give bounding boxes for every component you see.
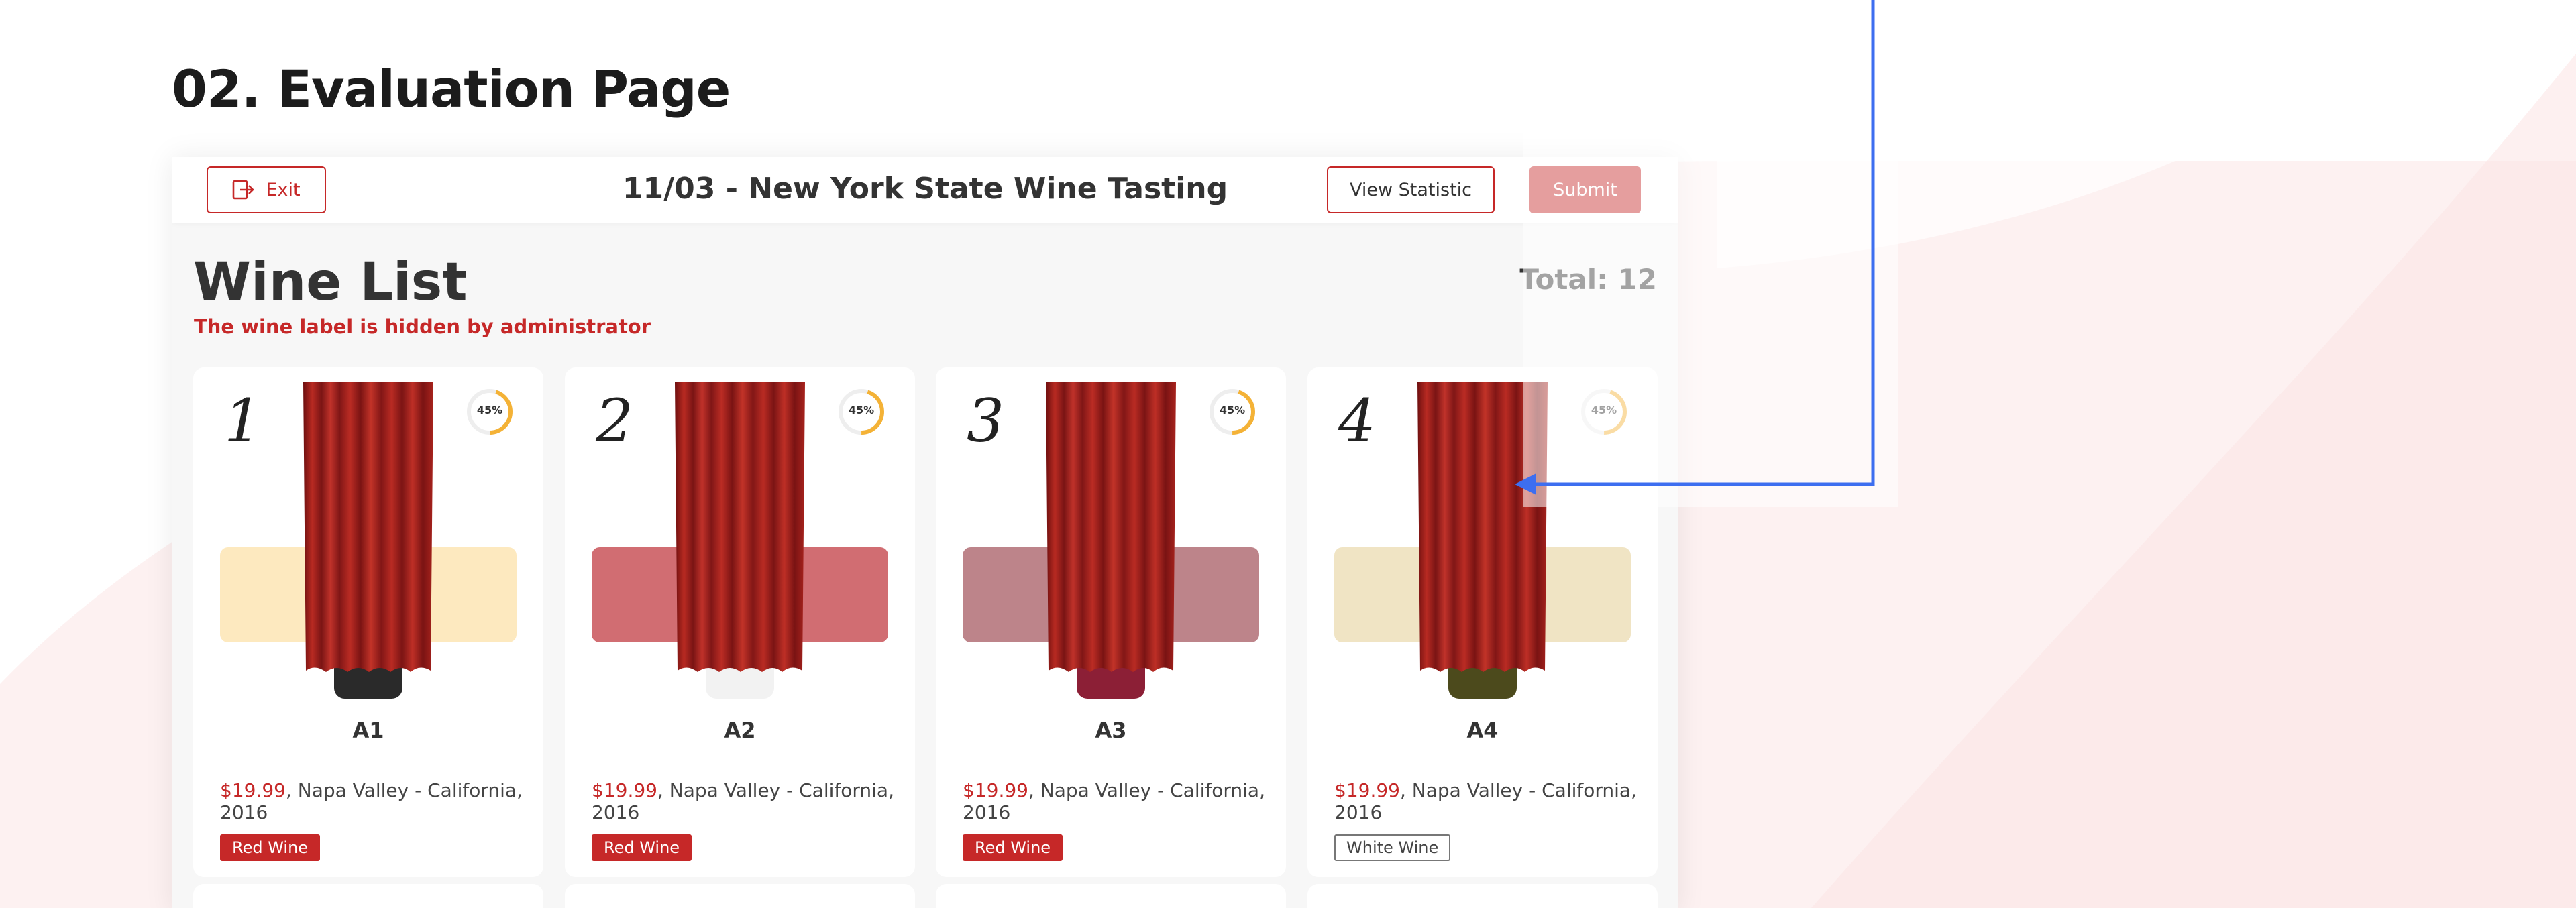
submit-button[interactable]: Submit [1529,166,1641,213]
top-bar: Exit 11/03 - New York State Wine Tasting… [172,157,1678,223]
wine-card-8[interactable] [1307,884,1658,908]
wine-info: $19.99, Napa Valley - California, 2016 [220,779,529,824]
curtain [675,382,805,672]
wine-card-3[interactable]: 3 45% A3 $19.99, Napa Valley - Californi… [936,367,1286,877]
wine-number: 2 [596,386,633,455]
curtain [303,382,433,672]
wine-card-6[interactable] [565,884,915,908]
curtain-bottle-icon [675,382,805,699]
wine-info: $19.99, Napa Valley - California, 2016 [592,779,900,824]
progress-label: 45% [1219,404,1246,416]
total-count: Total: 12 [1519,263,1657,296]
view-statistic-button[interactable]: View Statistic [1327,166,1495,213]
progress-label: 45% [476,404,503,416]
curtain [1417,382,1548,672]
wine-card-2[interactable]: 2 45% A2 $19.99, Napa Valley - Californi… [565,367,915,877]
wine-list-heading: Wine List [193,252,468,313]
wine-price: $19.99 [220,779,286,801]
wine-code: A1 [352,718,384,743]
wine-card-4[interactable]: 4 45% A4 $19.99, Napa Valley - Californi… [1307,367,1658,877]
wine-code: A4 [1466,718,1499,743]
curtain-bottle-icon [1046,382,1176,699]
curtain-bottle-icon [1417,382,1548,699]
wine-type-badge: Red Wine [220,834,321,861]
wine-info: $19.99, Napa Valley - California, 2016 [963,779,1271,824]
progress-label: 45% [848,404,875,416]
curtain [1046,382,1176,672]
wine-code: A3 [1095,718,1127,743]
curtain-bottle-icon [303,382,433,699]
wine-type-badge: Red Wine [963,834,1063,861]
wine-card-7[interactable] [936,884,1286,908]
wine-type-badge: White Wine [1334,834,1451,861]
wine-type-badge: Red Wine [592,834,692,861]
wine-info: $19.99, Napa Valley - California, 2016 [1334,779,1643,824]
wine-number: 4 [1338,386,1376,455]
app-frame: Exit 11/03 - New York State Wine Tasting… [172,157,1678,908]
wine-number: 3 [967,386,1004,455]
wine-card-1[interactable]: 1 45% A1 $19.99, Napa Valley - Californi… [193,367,543,877]
wine-code: A2 [724,718,756,743]
section-title: 02. Evaluation Page [172,59,731,119]
wine-card-5[interactable] [193,884,543,908]
wine-price: $19.99 [963,779,1028,801]
hidden-label-note: The wine label is hidden by administrato… [194,315,651,338]
wine-price: $19.99 [1334,779,1400,801]
progress-label: 45% [1591,404,1617,416]
wine-number: 1 [224,386,262,455]
wine-price: $19.99 [592,779,657,801]
